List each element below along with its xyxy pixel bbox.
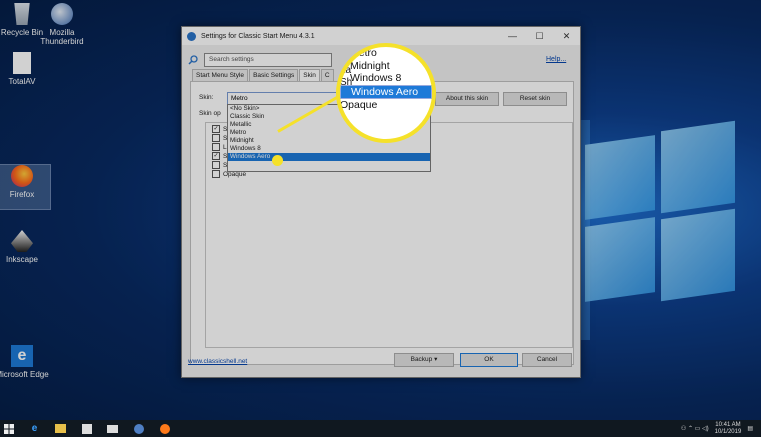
checkbox[interactable]	[212, 161, 220, 169]
recycle-bin-icon	[14, 3, 30, 25]
firefox-icon	[11, 165, 33, 187]
network-icon[interactable]: ▭	[695, 425, 701, 432]
close-button[interactable]: ✕	[553, 31, 580, 42]
skin-select-value: Metro	[231, 95, 248, 102]
desktop-icon-inkscape[interactable]: Inkscape	[0, 230, 50, 264]
desktop-icon-thunderbird[interactable]: Mozilla Thunderbird	[34, 3, 90, 46]
checkbox[interactable]	[212, 143, 220, 151]
classicshell-link[interactable]: www.classicshell.net	[188, 358, 247, 365]
system-tray: ⚇ ⌃ ▭ ◁) 10:41 AM 10/1/2019 ▤	[681, 420, 753, 437]
skin-label: Skin:	[199, 94, 214, 101]
desktop-icon-label: Mozilla Thunderbird	[40, 28, 84, 46]
tab-strip: Start Menu Style Basic Settings Skin C	[192, 69, 335, 81]
clock[interactable]: 10:41 AM 10/1/2019	[715, 422, 742, 436]
minimize-button[interactable]: —	[499, 31, 526, 41]
thunderbird-icon[interactable]	[130, 420, 147, 437]
windows-logo-background	[585, 118, 735, 338]
notifications-icon[interactable]: ▤	[747, 425, 753, 432]
store-icon[interactable]	[78, 420, 95, 437]
window-title: Settings for Classic Start Menu 4.3.1	[201, 32, 315, 40]
tab-basic-settings[interactable]: Basic Settings	[249, 69, 299, 81]
skin-options-label: Skin op	[199, 110, 221, 117]
tab-start-menu-style[interactable]: Start Menu Style	[192, 69, 249, 81]
magnifier-item: Opaque	[340, 99, 378, 111]
cancel-button[interactable]: Cancel	[522, 353, 572, 367]
volume-icon[interactable]: ◁)	[702, 425, 709, 432]
search-input[interactable]: Search settings	[204, 53, 332, 67]
people-icon[interactable]: ⚇	[681, 425, 686, 432]
checkbox[interactable]: ✓	[212, 152, 220, 160]
maximize-button[interactable]: ☐	[526, 31, 553, 42]
mail-icon[interactable]	[104, 420, 121, 437]
ok-button[interactable]: OK	[460, 353, 518, 367]
app-shell-icon	[187, 31, 196, 41]
magnifier-item-selected: Windows Aero	[340, 84, 432, 99]
tab-skin[interactable]: Skin	[299, 69, 320, 81]
clock-date: 10/1/2019	[714, 428, 742, 435]
desktop-icon-label: TotalAV	[8, 77, 36, 86]
desktop-icon-label: Firefox	[9, 190, 35, 199]
edge-icon: e	[11, 345, 33, 367]
desktop-icon-edge[interactable]: e Microsoft Edge	[0, 345, 50, 379]
desktop-icon-label: Microsoft Edge	[0, 370, 49, 379]
edge-icon[interactable]: e	[26, 420, 43, 437]
file-explorer-icon[interactable]	[52, 420, 69, 437]
checkbox[interactable]: ✓	[212, 125, 220, 133]
backup-button[interactable]: Backup ▾	[394, 353, 454, 367]
search-row: Search settings	[188, 53, 332, 67]
magnifier-item: Windows 8	[350, 72, 402, 84]
reset-skin-button[interactable]: Reset skin	[503, 92, 567, 106]
tab-partial[interactable]: C	[320, 69, 334, 81]
magnifier-list: Metro Midnight Windows 8 Windows Aero Op…	[340, 47, 432, 112]
search-icon	[188, 55, 198, 65]
help-link[interactable]: Help...	[546, 56, 566, 63]
checkbox[interactable]	[212, 170, 220, 178]
dropdown-item-selected[interactable]: Windows Aero	[228, 153, 430, 161]
dropdown-item[interactable]: Windows 8	[228, 145, 430, 153]
about-skin-button[interactable]: About this skin	[435, 92, 499, 106]
desktop-icon-firefox[interactable]: Firefox	[0, 164, 51, 210]
taskbar: e ⚇ ⌃ ▭ ◁) 10:41 AM 10/1/2019 ▤	[0, 420, 761, 437]
magnifier-callout: La Sh Metro Midnight Windows 8 Windows A…	[336, 43, 436, 143]
callout-dot	[272, 155, 283, 166]
checkbox[interactable]	[212, 134, 220, 142]
dropdown-arrow-icon: ▾	[434, 356, 438, 363]
desktop-icon-totalav[interactable]: TotalAV	[0, 52, 50, 86]
chevron-up-icon[interactable]: ⌃	[688, 425, 693, 432]
magnifier-item: Metro	[350, 47, 377, 59]
thunderbird-icon	[51, 3, 73, 25]
start-windows-icon[interactable]	[0, 420, 17, 437]
desktop-icon-label: Inkscape	[5, 255, 39, 264]
file-icon	[13, 52, 31, 74]
firefox-icon[interactable]	[156, 420, 173, 437]
clock-time: 10:41 AM	[715, 421, 741, 428]
inkscape-icon	[11, 230, 33, 252]
magnifier-item: Midnight	[350, 59, 390, 72]
